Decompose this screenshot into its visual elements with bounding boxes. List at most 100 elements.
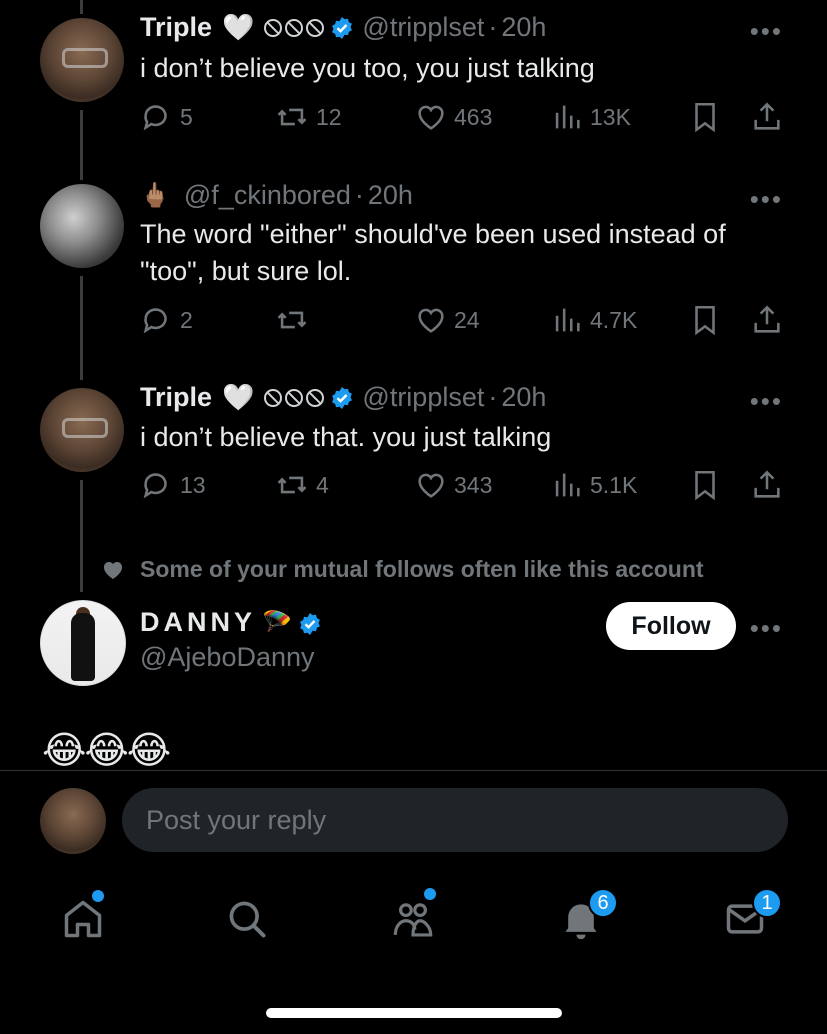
share-icon <box>754 470 780 498</box>
author-handle[interactable]: @f_ckinbored <box>184 180 351 211</box>
like-count: 463 <box>454 103 493 130</box>
reply-placeholder: Post your reply <box>146 804 327 835</box>
share-button[interactable] <box>750 100 790 134</box>
like-count: 24 <box>454 306 480 333</box>
views-icon <box>555 105 580 129</box>
messages-count: 1 <box>752 888 782 918</box>
author-name[interactable]: Triple <box>140 382 212 413</box>
suggested-header: DANNY 🪂 <box>140 607 330 638</box>
post-text: 😂😂😂 <box>42 730 171 772</box>
bookmark-button[interactable] <box>688 100 728 134</box>
tweet-text: i don’t believe that. you just talking <box>140 422 552 452</box>
name-emoji: 🪂 <box>262 609 292 636</box>
like-icon <box>418 308 444 333</box>
reply-count: 5 <box>180 103 193 130</box>
thread-line <box>80 0 83 14</box>
timestamp[interactable]: 20h <box>368 180 413 211</box>
communities-dot <box>422 886 438 902</box>
like-icon <box>418 105 444 130</box>
nav-home[interactable] <box>48 884 118 954</box>
bookmark-icon <box>695 470 715 501</box>
nav-communities[interactable] <box>378 884 448 954</box>
timestamp[interactable]: 20h <box>501 382 546 413</box>
notifications-count: 6 <box>588 888 618 918</box>
thread-line <box>80 110 83 180</box>
bookmark-icon <box>695 305 715 336</box>
avatar[interactable] <box>40 18 124 102</box>
reply-count: 2 <box>180 306 193 333</box>
verified-icon[interactable] <box>330 16 354 40</box>
view-count: 4.7K <box>590 306 638 333</box>
tweet-actions: 2 24 4.7K <box>140 303 790 339</box>
like-button[interactable]: 24 <box>414 303 480 337</box>
home-indicator[interactable] <box>266 1008 562 1018</box>
share-button[interactable] <box>750 468 790 502</box>
avatar[interactable] <box>40 184 124 268</box>
author-name[interactable]: DANNY <box>140 607 256 638</box>
share-button[interactable] <box>750 303 790 337</box>
views-button[interactable]: 5.1K <box>550 468 637 502</box>
author-name[interactable]: Triple <box>140 12 212 43</box>
more-icon[interactable]: ••• <box>750 16 783 47</box>
name-badges <box>264 388 325 407</box>
reply-button[interactable]: 13 <box>140 468 206 502</box>
thread-line <box>80 276 83 380</box>
timestamp[interactable]: 20h <box>501 12 546 43</box>
nav-messages[interactable]: 1 <box>710 884 782 954</box>
view-count: 5.1K <box>590 471 638 498</box>
separator: · <box>354 180 364 210</box>
separator: · <box>488 382 498 412</box>
like-button[interactable]: 343 <box>414 468 492 502</box>
reply-icon <box>143 308 167 334</box>
reply-icon <box>143 105 167 131</box>
reply-icon <box>143 473 167 499</box>
like-button[interactable]: 463 <box>414 100 492 134</box>
like-count: 343 <box>454 471 493 498</box>
avatar[interactable] <box>40 600 126 686</box>
verified-icon[interactable] <box>330 386 354 410</box>
tweet-header: Triple 🤍 @tripplset · 20h <box>140 382 546 413</box>
share-icon <box>754 305 780 333</box>
reply-input[interactable]: Post your reply <box>122 788 788 852</box>
repost-button[interactable]: 12 <box>274 100 342 134</box>
nav-search[interactable] <box>212 884 282 954</box>
more-icon[interactable]: ••• <box>750 184 783 215</box>
repost-button[interactable]: 4 <box>274 468 329 502</box>
bookmark-icon <box>695 102 715 133</box>
author-handle[interactable]: @AjeboDanny <box>140 642 315 673</box>
reply-button[interactable]: 2 <box>140 303 193 337</box>
divider <box>0 770 827 771</box>
more-icon[interactable]: ••• <box>750 386 783 417</box>
tweet-text: The word "either" should've been used in… <box>140 219 726 286</box>
tweet-header: Triple 🤍 @tripplset · 20h <box>140 12 546 43</box>
name-emoji: 🖕🏽 <box>140 182 170 209</box>
bookmark-button[interactable] <box>688 303 728 337</box>
repost-icon <box>277 108 307 126</box>
views-button[interactable]: 13K <box>550 100 631 134</box>
tweet-header: 🖕🏽 @f_ckinbored · 20h <box>140 180 413 211</box>
search-icon <box>229 901 266 938</box>
more-icon[interactable]: ••• <box>750 613 783 644</box>
author-handle[interactable]: @tripplset <box>362 12 484 43</box>
follow-button[interactable]: Follow <box>606 602 736 650</box>
views-icon <box>555 473 580 497</box>
separator: · <box>488 12 498 42</box>
verified-icon[interactable] <box>298 611 322 635</box>
bookmark-button[interactable] <box>688 468 728 502</box>
author-handle[interactable]: @tripplset <box>362 382 484 413</box>
views-button[interactable]: 4.7K <box>550 303 637 337</box>
name-emoji: 🤍 <box>222 382 255 412</box>
tweet-text: i don’t believe you too, you just talkin… <box>140 53 595 83</box>
bottom-nav: 6 1 <box>0 880 827 960</box>
social-context: Some of your mutual follows often like t… <box>100 556 704 583</box>
avatar[interactable] <box>40 388 124 472</box>
name-emoji: 🤍 <box>222 12 255 42</box>
name-badges <box>264 18 325 37</box>
thread-line <box>80 480 83 592</box>
nav-notifications[interactable]: 6 <box>546 884 618 954</box>
reply-button[interactable]: 5 <box>140 100 193 134</box>
like-icon <box>418 473 444 498</box>
communities-icon <box>393 903 433 937</box>
my-avatar[interactable] <box>40 788 106 854</box>
repost-button[interactable] <box>274 303 316 337</box>
